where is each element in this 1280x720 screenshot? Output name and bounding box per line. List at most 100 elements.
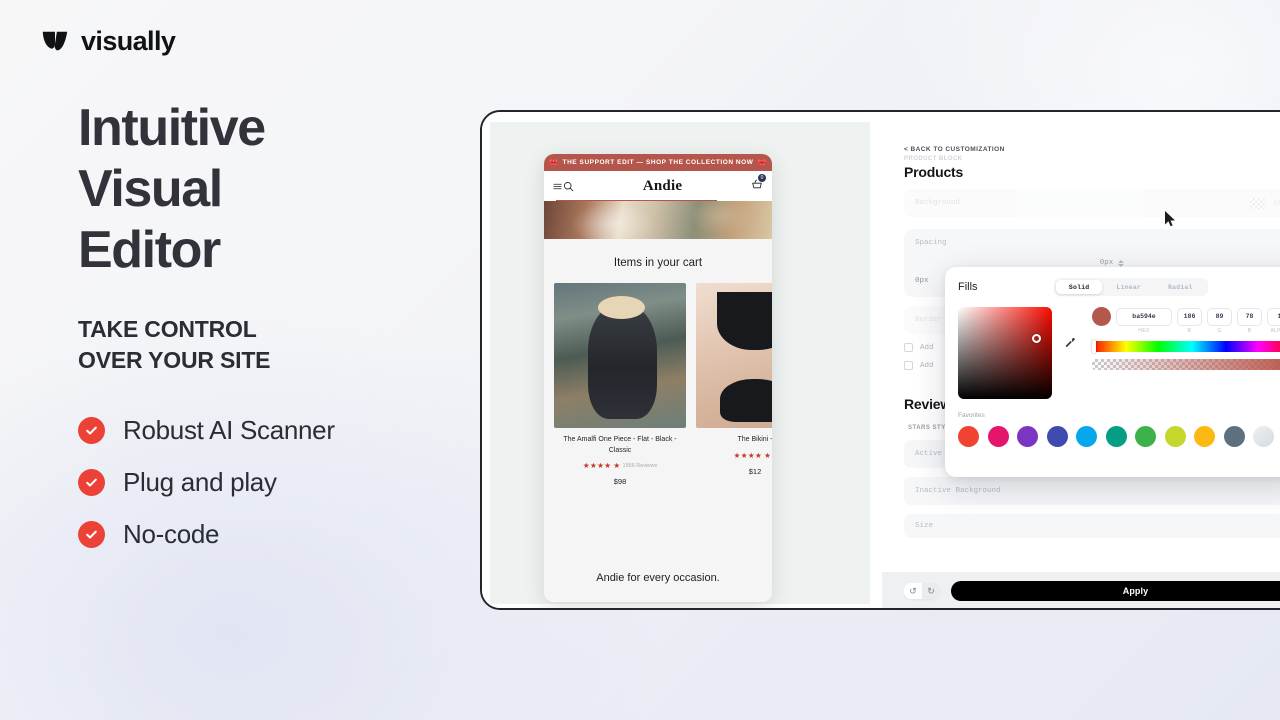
red-caption: R [1187,328,1192,334]
fill-type-tabs[interactable]: Solid Linear Radial [1053,278,1208,296]
hue-slider-handle[interactable] [1092,340,1096,353]
favorites-label: Favorites [958,412,985,419]
cart-button[interactable]: 0 [751,174,766,195]
undo-icon[interactable]: ↺ [904,583,922,599]
apply-button[interactable]: Apply [951,581,1280,601]
spacing-value: 0px [1099,259,1114,267]
stepper-arrows-icon[interactable] [1118,259,1125,267]
green-caption: G [1217,328,1222,334]
ribbon-emoji-icon: 🎀 [549,159,559,167]
product-image [554,283,686,428]
star-rating-icon: ★★★★ [733,450,763,460]
undo-redo-group[interactable]: ↺ ↻ [904,583,940,599]
app-content: 🎀 THE SUPPORT EDIT — SHOP THE COLLECTION… [482,112,1280,608]
review-count: 1556 Reviews [622,462,658,469]
mouse-pointer-icon [1164,210,1177,233]
inactive-background-row[interactable]: Inactive Background [904,477,1280,505]
favorite-swatch[interactable] [1253,426,1274,447]
subheadline: TAKE CONTROL OVER YOUR SITE [78,314,458,375]
favorite-swatch[interactable] [1046,426,1068,447]
nav-left-group[interactable] [553,181,574,192]
list-item: Robust AI Scanner [78,415,458,446]
subheadline-line-1: TAKE CONTROL [78,316,257,343]
favorite-swatch[interactable] [1076,426,1097,447]
favorite-swatch[interactable] [958,426,979,447]
size-label: Size [915,522,934,530]
cart-count-badge: 0 [758,174,766,182]
phone-navbar: Andie 0 [544,171,772,201]
current-color-swatch[interactable] [1092,307,1111,326]
background-label: Background [915,199,961,207]
fills-header: Fills Solid Linear Radial [958,278,1280,296]
fills-title: Fills [958,281,978,293]
fills-body: ba594e 186 89 78 1 HEX R G B ALPHA [958,307,1280,399]
hex-field[interactable]: ba594e [1116,307,1172,326]
red-field[interactable]: 186 [1177,307,1202,326]
half-star-icon: ★ [613,461,621,470]
spacing-stepper[interactable]: 0px [915,259,1280,267]
tab-solid[interactable]: Solid [1055,280,1103,294]
product-price: $12 [748,466,762,476]
tab-linear[interactable]: Linear [1103,280,1154,294]
list-item[interactable]: The Amalfi One Piece - Flat - Black - Cl… [554,283,686,486]
background-controls[interactable]: COLOR [1250,197,1280,209]
tab-radial[interactable]: Radial [1155,280,1206,294]
favorite-swatch[interactable] [1194,426,1215,447]
background-setting-row[interactable]: Background COLOR [904,189,1280,217]
alpha-slider[interactable] [1092,359,1280,370]
feature-label: No-code [123,519,220,550]
favorites-swatches [958,426,1280,447]
eyedropper-icon[interactable] [1064,337,1075,351]
field-captions: HEX R G B ALPHA [1116,328,1280,334]
phone-preview: 🎀 THE SUPPORT EDIT — SHOP THE COLLECTION… [544,154,772,602]
color-fields-row: ba594e 186 89 78 1 [1092,307,1280,326]
feature-list: Robust AI Scanner Plug and play No-code [78,415,458,550]
favorite-swatch[interactable] [1105,426,1127,447]
star-rating-icon: ★★★★ [582,461,612,470]
favorite-swatch[interactable] [1223,426,1245,447]
favorite-swatch[interactable] [1017,426,1038,447]
green-field[interactable]: 89 [1207,307,1232,326]
checkbox[interactable] [904,361,913,370]
inactive-background-label: Inactive Background [915,487,1001,495]
subheadline-line-2: OVER YOUR SITE [78,346,271,373]
promo-text: THE SUPPORT EDIT — SHOP THE COLLECTION N… [562,159,754,166]
brand-name: visually [81,26,176,56]
size-row[interactable]: Size [904,514,1280,538]
back-to-customization-link[interactable]: < BACK TO CUSTOMIZATION [904,146,1280,153]
checker-swatch-icon[interactable] [1250,197,1267,209]
product-rating: ★★★★ ★ 2 [696,451,772,460]
picker-handle[interactable] [1032,334,1041,343]
check-circle-icon [78,521,105,549]
redo-icon[interactable]: ↻ [922,583,940,599]
hero-copy: Intuitive Visual Editor TAKE CONTROL OVE… [78,98,458,550]
brand-logo[interactable]: visually [40,26,176,57]
store-brand-name: Andie [642,177,683,194]
hue-slider[interactable] [1092,340,1280,353]
alpha-field[interactable]: 1 [1267,307,1280,326]
list-item[interactable]: The Bikini - ★★★★ ★ 2 $12 [696,283,772,486]
list-item: No-code [78,519,458,550]
product-rating: ★★★★ ★ 1556 Reviews [554,461,686,470]
check-circle-icon [78,417,105,445]
blue-field[interactable]: 78 [1237,307,1262,326]
saturation-value-picker[interactable] [958,307,1052,399]
product-price: $98 [613,477,627,486]
favorite-swatch[interactable] [987,426,1009,447]
product-grid: The Amalfi One Piece - Flat - Black - Cl… [544,283,772,486]
border-label: Border [915,316,943,324]
feature-label: Robust AI Scanner [123,415,335,446]
hamburger-icon [553,183,562,189]
favorite-swatch[interactable] [1164,426,1186,447]
favorite-swatch[interactable] [1135,426,1156,447]
checkbox[interactable] [904,343,913,352]
alpha-caption: ALPHA [1270,328,1280,334]
heart-check-logo-icon [40,27,70,57]
headline-line-1: Intuitive [78,99,266,157]
fills-popover: Fills Solid Linear Radial ba594e 186 89 … [945,267,1280,477]
product-name: The Bikini - [737,436,772,443]
color-mode-value: COLOR [1273,199,1280,207]
app-window: 🎀 THE SUPPORT EDIT — SHOP THE COLLECTION… [480,110,1280,610]
headline-line-2: Visual [78,159,223,218]
ribbon-emoji-icon: 🎀 [757,159,767,167]
